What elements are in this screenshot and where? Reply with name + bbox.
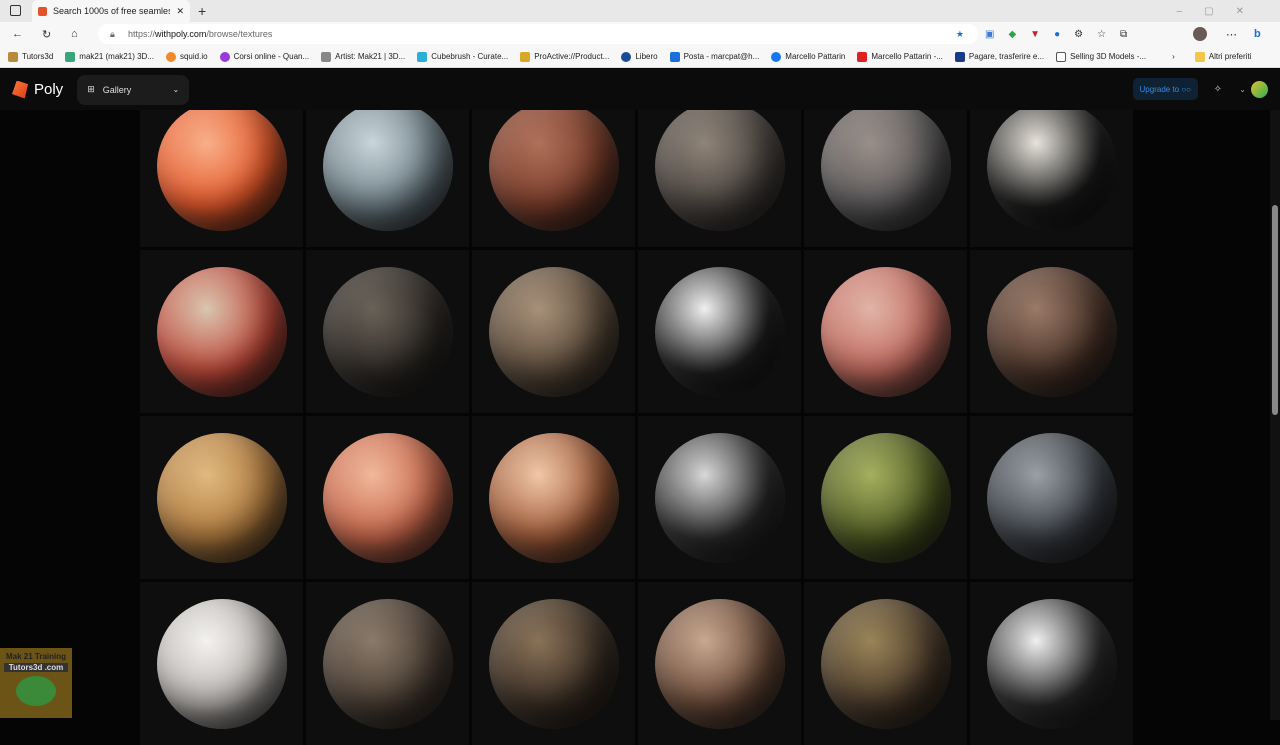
texture-sphere-quilted-fabric bbox=[156, 598, 287, 729]
texture-sphere-striped-plaster bbox=[820, 266, 951, 397]
account-chevron-icon[interactable]: ⌄ bbox=[1239, 85, 1246, 94]
texture-card[interactable] bbox=[804, 582, 967, 745]
texture-card[interactable] bbox=[306, 250, 469, 413]
bing-icon[interactable]: b bbox=[1254, 28, 1261, 40]
bookmark[interactable]: Pagare, trasferire e... bbox=[954, 51, 1044, 62]
bookmarks-overflow-icon[interactable]: › bbox=[1172, 52, 1175, 61]
favorite-star-icon[interactable]: ★ bbox=[956, 29, 964, 40]
texture-sphere-concrete bbox=[322, 598, 453, 729]
lock-icon: 🔒︎ bbox=[110, 28, 115, 39]
texture-sphere-rough-rock bbox=[488, 266, 619, 397]
texture-card[interactable] bbox=[804, 250, 967, 413]
reload-icon[interactable]: ↻ bbox=[42, 28, 51, 41]
texture-sphere-cobblestone bbox=[654, 100, 785, 231]
texture-sphere-terracotta-tiles bbox=[322, 432, 453, 563]
bookmark[interactable]: Artist: Mak21 | 3D... bbox=[321, 51, 405, 62]
teapot-icon bbox=[16, 676, 56, 706]
back-icon[interactable]: ← bbox=[12, 28, 23, 40]
bookmark[interactable]: Tutors3d bbox=[8, 51, 53, 62]
texture-sphere-pebbles bbox=[820, 100, 951, 231]
more-menu-icon[interactable]: ⋯ bbox=[1226, 28, 1237, 41]
window-controls[interactable]: –▢✕ bbox=[1177, 6, 1266, 17]
bookmark[interactable]: Libero bbox=[621, 51, 658, 62]
texture-card[interactable] bbox=[472, 250, 635, 413]
texture-card[interactable] bbox=[306, 582, 469, 745]
texture-sphere-peeling-paint bbox=[156, 266, 287, 397]
browser-tab[interactable]: Search 1000s of free seamless HDR ✕ bbox=[32, 0, 190, 22]
bookmark[interactable]: squid.io bbox=[165, 51, 208, 62]
watermark-logo: Mak 21 Training Tutors3d .com bbox=[0, 648, 72, 718]
texture-sphere-carbon-fiber bbox=[654, 432, 785, 563]
texture-sphere-dark-rock bbox=[322, 266, 453, 397]
poly-header: Poly ⊞ Gallery ⌄ Upgrade to ○○ ✧ ⌄ bbox=[0, 69, 1280, 110]
poly-favicon-icon bbox=[38, 6, 47, 16]
texture-card[interactable] bbox=[638, 416, 801, 579]
texture-card[interactable] bbox=[970, 416, 1133, 579]
texture-card[interactable] bbox=[638, 250, 801, 413]
bookmarks-bar: Tutors3d mak21 (mak21) 3D... squid.io Co… bbox=[0, 46, 1280, 68]
chevron-down-icon: ⌄ bbox=[172, 85, 180, 94]
extension-icons[interactable]: ▣◆▼●⚙☆⧉ bbox=[985, 29, 1141, 40]
poly-logo[interactable]: Poly bbox=[12, 80, 63, 99]
scrollbar-thumb[interactable] bbox=[1272, 205, 1278, 415]
home-icon[interactable]: ⌂ bbox=[71, 28, 78, 40]
bookmark[interactable]: Marcello Pattarin -... bbox=[857, 51, 943, 62]
texture-sphere-cracked-bark bbox=[654, 598, 785, 729]
texture-sphere-chrome bbox=[986, 598, 1117, 729]
close-tab-icon[interactable]: ✕ bbox=[176, 6, 184, 17]
sparkle-icon[interactable]: ✧ bbox=[1214, 84, 1222, 95]
texture-card[interactable] bbox=[306, 416, 469, 579]
grid-icon: ⊞ bbox=[87, 84, 95, 94]
texture-sphere-snake-skin bbox=[986, 432, 1117, 563]
gallery-dropdown[interactable]: ⊞ Gallery ⌄ bbox=[77, 74, 190, 105]
texture-card[interactable] bbox=[804, 416, 967, 579]
texture-sphere-brown-leather bbox=[488, 100, 619, 231]
bookmark[interactable]: Marcello Pattarin bbox=[771, 51, 845, 62]
bookmark[interactable]: ProActive://Product... bbox=[520, 51, 609, 62]
texture-sphere-straw bbox=[156, 432, 287, 563]
bookmark[interactable]: Posta - marcpat@h... bbox=[669, 51, 759, 62]
bookmark[interactable]: mak21 (mak21) 3D... bbox=[65, 51, 154, 62]
scrollbar[interactable] bbox=[1270, 110, 1280, 720]
texture-card[interactable] bbox=[472, 416, 635, 579]
texture-card[interactable] bbox=[472, 582, 635, 745]
texture-sphere-wood-planks bbox=[488, 598, 619, 729]
texture-sphere-wave-mosaic bbox=[986, 100, 1117, 231]
texture-card[interactable] bbox=[140, 416, 303, 579]
texture-sphere-white-black-paint bbox=[654, 266, 785, 397]
bookmark[interactable]: Selling 3D Models -... bbox=[1056, 51, 1146, 62]
bookmark[interactable]: Corsi online - Quan... bbox=[219, 51, 309, 62]
texture-sphere-roots bbox=[820, 598, 951, 729]
url-input[interactable]: 🔒︎ https://withpoly.com/browse/textures … bbox=[98, 24, 978, 44]
profile-avatar[interactable] bbox=[1193, 27, 1207, 41]
texture-card[interactable] bbox=[970, 582, 1133, 745]
texture-card[interactable] bbox=[140, 250, 303, 413]
bookmark[interactable]: Cubebrush - Curate... bbox=[417, 51, 508, 62]
address-bar-row: ← ↻ ⌂ 🔒︎ https://withpoly.com/browse/tex… bbox=[0, 22, 1280, 46]
browser-tab-bar: Search 1000s of free seamless HDR ✕ + –▢… bbox=[0, 0, 1280, 22]
texture-sphere-tree-bark bbox=[986, 266, 1117, 397]
user-avatar[interactable] bbox=[1251, 81, 1268, 98]
upgrade-button[interactable]: Upgrade to ○○ bbox=[1132, 78, 1198, 100]
poly-logo-icon bbox=[12, 80, 28, 99]
texture-sphere-glass-tiles bbox=[322, 100, 453, 231]
texture-card[interactable] bbox=[970, 250, 1133, 413]
texture-grid bbox=[140, 84, 1133, 745]
new-tab-button[interactable]: + bbox=[198, 3, 206, 19]
texture-sphere-orange-marble bbox=[156, 100, 287, 231]
other-favorites[interactable]: Altri preferiti bbox=[1194, 51, 1251, 62]
texture-card[interactable] bbox=[140, 582, 303, 745]
texture-sphere-mossy-wood bbox=[820, 432, 951, 563]
texture-card[interactable] bbox=[638, 582, 801, 745]
tab-actions-icon[interactable] bbox=[10, 5, 21, 16]
texture-sphere-parquet bbox=[488, 432, 619, 563]
